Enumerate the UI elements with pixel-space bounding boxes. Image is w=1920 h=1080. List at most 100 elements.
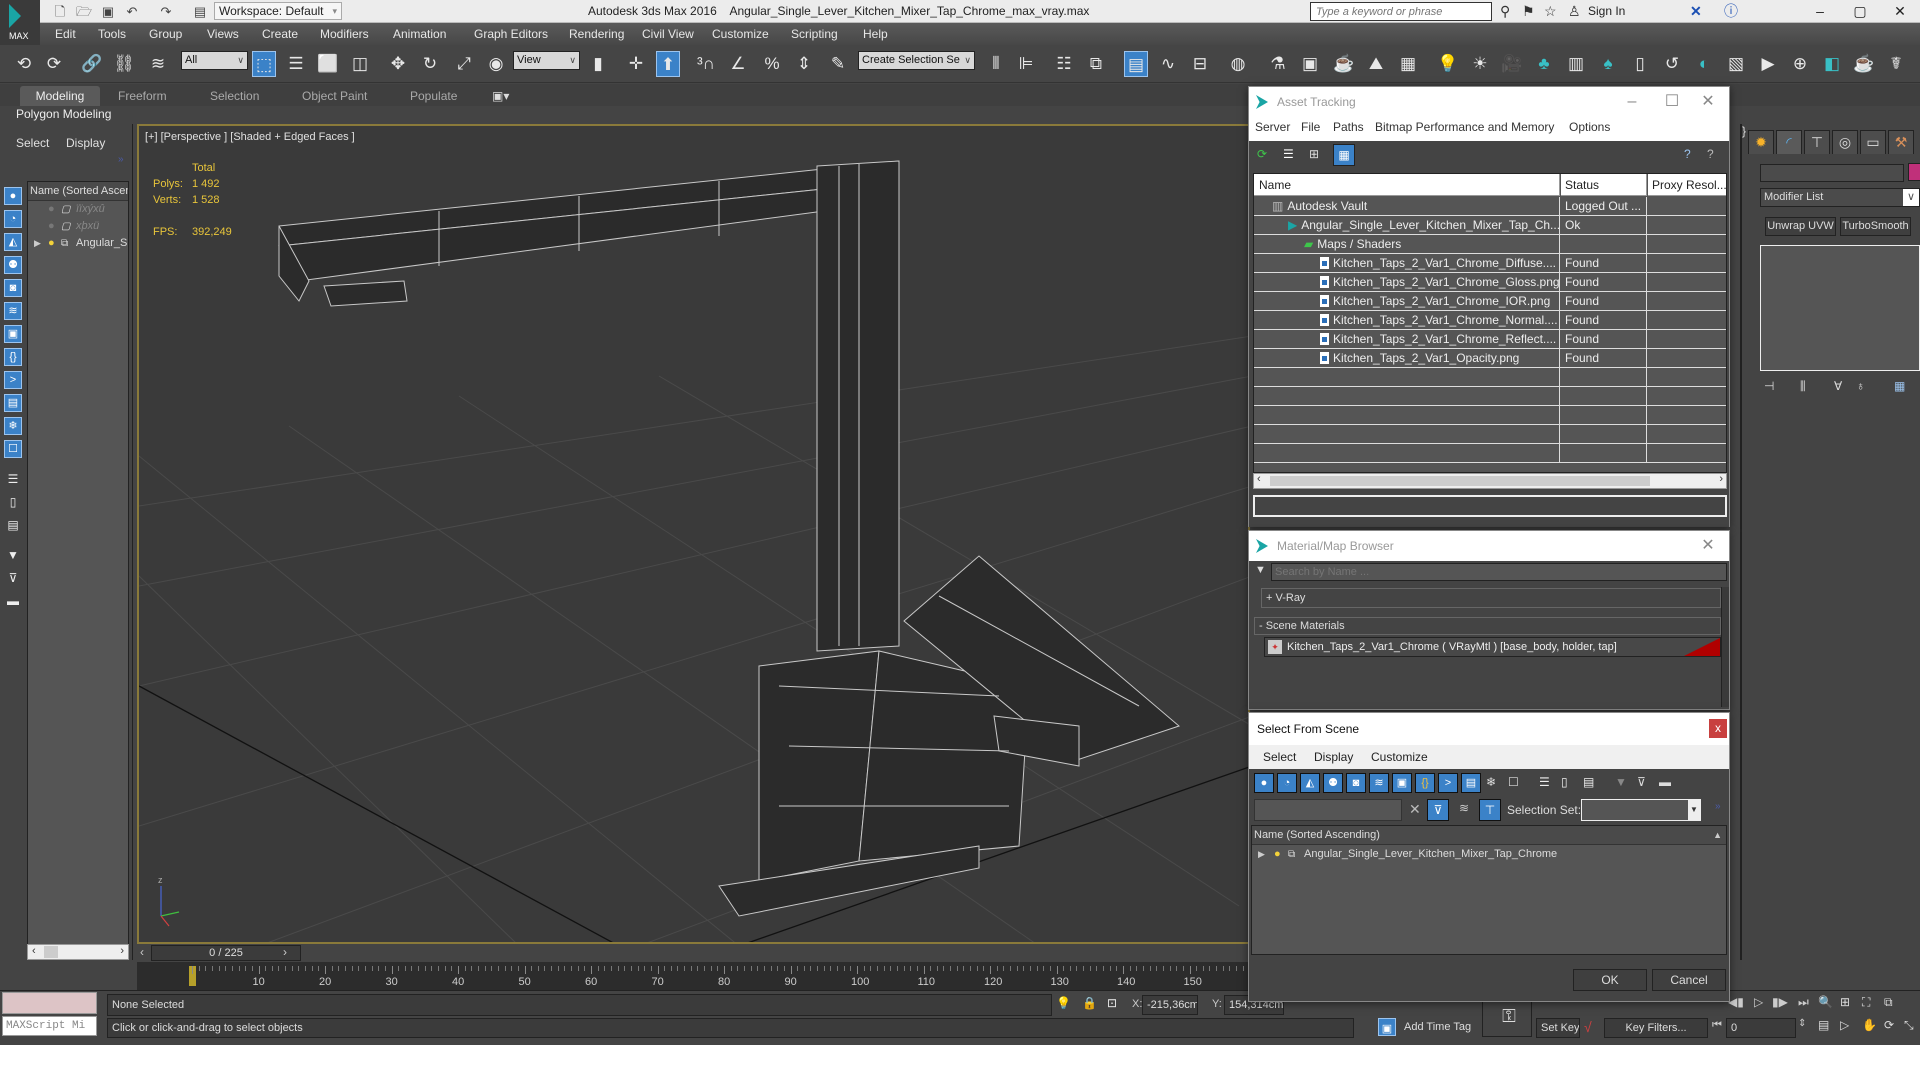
perspective-viewport[interactable]: z [+] [Perspective ] [Shaded + Edged Fac… [137, 124, 1250, 944]
display-bones-icon[interactable]: > [1438, 773, 1458, 793]
display-helpers-icon[interactable]: ◙ [4, 279, 22, 297]
asset-menu-server[interactable]: Server [1255, 120, 1290, 134]
asset-row[interactable]: Kitchen_Taps_2_Var1_Chrome_Normal.... Fou… [1254, 311, 1726, 330]
scene-explorer-row[interactable]: ● ▢ xþxü [28, 218, 128, 235]
scene-explorer-menu-display[interactable]: Display [66, 136, 105, 150]
workspace-select[interactable]: Workspace: Default ▾ [214, 2, 342, 20]
material-search-input[interactable] [1271, 563, 1727, 581]
select-and-rotate-icon[interactable]: ↻ [418, 51, 442, 77]
modify-tab-icon[interactable]: ◜ [1776, 130, 1802, 154]
clear-search-icon[interactable]: ✕ [1409, 801, 1421, 818]
rectangular-selection-icon[interactable]: ⬜ [316, 51, 340, 77]
communication-center-icon[interactable]: ⚑ [1522, 3, 1535, 20]
menu-scripting[interactable]: Scripting [791, 27, 838, 41]
display-cameras-icon[interactable]: ⚉ [1323, 773, 1343, 793]
sfs-menu-customize[interactable]: Customize [1371, 750, 1428, 764]
menu-graph-editors[interactable]: Graph Editors [474, 27, 548, 41]
isolate-selection-icon[interactable]: 💡 [1056, 996, 1071, 1010]
help-search-input[interactable] [1310, 2, 1492, 21]
layer-explorer-icon[interactable]: ⧉ [1084, 51, 1108, 77]
vray-proxy-tree-icon[interactable]: ♠ [1596, 51, 1620, 77]
asset-grid-hscrollbar[interactable]: ‹ › [1253, 473, 1727, 489]
vray-frame-buffer-icon[interactable]: ▦ [1396, 51, 1420, 77]
app-logo-button[interactable]: MAX [0, 0, 40, 45]
angle-snap-icon[interactable]: ∠ [726, 51, 750, 77]
pivot-point-center-icon[interactable]: ▮ [586, 51, 610, 77]
display-shapes-icon[interactable]: ◔ [4, 210, 22, 228]
expand-toolbar-icon[interactable]: » [1715, 801, 1721, 812]
schematic-view-icon[interactable]: ⊟ [1188, 51, 1212, 77]
configure-modifier-sets-icon[interactable]: ▦ [1894, 379, 1905, 393]
menu-animation[interactable]: Animation [393, 27, 446, 41]
display-invert-icon[interactable]: ▤ [4, 516, 22, 534]
selection-filter-select[interactable]: All ∨ [181, 51, 248, 70]
sfs-object-row[interactable]: ▶ ● ⧉ Angular_Single_Lever_Kitchen_Mixer… [1252, 845, 1726, 864]
sfs-menu-select[interactable]: Select [1263, 750, 1296, 764]
close-button[interactable]: ✕ [1693, 531, 1723, 561]
light-bulb-icon[interactable]: ● [48, 235, 55, 252]
tree-view-icon[interactable]: ⊞ [1309, 147, 1319, 161]
asset-row[interactable]: Kitchen_Taps_2_Var1_Chrome_Diffuse.... Fo… [1254, 254, 1726, 273]
current-frame-field[interactable]: 0 [1726, 1018, 1796, 1038]
maximize-button[interactable]: ☐ [1657, 87, 1687, 117]
material-item[interactable]: ✦ Kitchen_Taps_2_Var1_Chrome ( VRayMtl )… [1264, 637, 1721, 657]
display-cameras-icon[interactable]: ⚉ [4, 256, 22, 274]
edit-named-selection-icon[interactable]: ✎ [826, 51, 850, 77]
vray-export-icon[interactable]: ▯ [1628, 51, 1652, 77]
absolute-mode-icon[interactable]: ⊡ [1107, 996, 1117, 1010]
display-shapes-icon[interactable]: ◔ [1277, 773, 1297, 793]
vray-camera-add-icon[interactable]: ⊕ [1788, 51, 1812, 77]
turbosmooth-button[interactable]: TurboSmooth [1840, 217, 1911, 236]
filter-selected-icon[interactable]: ⊽ [1427, 799, 1449, 821]
bind-space-warp-icon[interactable]: ≋ [146, 51, 170, 77]
remove-modifier-icon[interactable]: ♁ [1856, 379, 1865, 393]
object-color-swatch[interactable] [1908, 163, 1920, 181]
light-bulb-icon[interactable]: ● [48, 201, 55, 218]
display-tab-icon[interactable]: ▭ [1860, 130, 1886, 154]
user-icon[interactable]: ♙ [1568, 3, 1581, 20]
filter-settings-icon[interactable]: ▬ [4, 592, 22, 610]
hierarchy-tab-icon[interactable]: ⊤ [1804, 130, 1830, 154]
link-icon[interactable]: 🔗 [80, 51, 104, 77]
browser-options-icon[interactable]: ▼ [1255, 564, 1266, 576]
keyboard-shortcut-override-icon[interactable]: ⬆ [656, 51, 680, 77]
group-scene-materials[interactable]: - Scene Materials [1254, 617, 1721, 635]
scene-explorer-hscrollbar[interactable]: ‹ › [27, 944, 129, 960]
set-key-button[interactable]: Set Key [1536, 1018, 1580, 1038]
modifier-list-select[interactable]: Modifier List ∨ [1760, 188, 1920, 207]
snaps-toggle-icon[interactable]: ³∩ [694, 51, 718, 77]
scroll-right-icon[interactable]: › [120, 945, 124, 957]
ribbon-options-icon[interactable]: ▣▾ [482, 86, 519, 106]
vault-help-icon[interactable]: ? [1684, 147, 1691, 161]
frame-spinner-icon[interactable]: ⇕ [1798, 1018, 1806, 1029]
display-lights-icon[interactable]: ◭ [4, 233, 22, 251]
display-groups-icon[interactable]: ▣ [4, 325, 22, 343]
save-file-icon[interactable]: ▣ [100, 3, 116, 20]
named-selection-set-select[interactable]: Create Selection Se ∨ [858, 51, 975, 70]
asset-row[interactable]: Kitchen_Taps_2_Var1_Chrome_Reflect.... Fo… [1254, 330, 1726, 349]
new-file-icon[interactable]: 🗋 [52, 3, 68, 20]
display-bones-icon[interactable]: > [4, 371, 22, 389]
selection-set-select[interactable]: ▼ [1581, 799, 1701, 821]
utilities-tab-icon[interactable]: ⚒ [1888, 130, 1914, 154]
asset-menu-options[interactable]: Options [1569, 120, 1610, 134]
asset-row[interactable]: ▥ Autodesk Vault Logged Out ... [1254, 197, 1726, 216]
display-space-warps-icon[interactable]: ≋ [1369, 773, 1389, 793]
scroll-thumb[interactable] [44, 946, 58, 958]
column-header-name[interactable]: Name [1254, 174, 1560, 196]
display-space-warps-icon[interactable]: ≋ [4, 302, 22, 320]
zoom-extents-icon[interactable]: ⛶ [1862, 995, 1870, 1010]
window-crossing-icon[interactable]: ◫ [348, 51, 372, 77]
asset-row[interactable]: ▰ Maps / Shaders [1254, 235, 1726, 254]
expand-toolbar-icon[interactable]: » [118, 154, 124, 165]
rendered-frame-window-icon[interactable]: ▣ [1298, 51, 1322, 77]
selection-lock-icon[interactable]: 🔒 [1082, 996, 1097, 1010]
vray-light-icon[interactable]: 💡 [1436, 51, 1460, 77]
make-unique-icon[interactable]: ∀ [1834, 379, 1842, 393]
time-slider[interactable]: 0 / 225 [151, 945, 301, 961]
mirror-icon[interactable]: ⫴ [984, 51, 1008, 77]
modifier-stack[interactable] [1760, 245, 1920, 371]
select-and-scale-icon[interactable]: ⤢ [452, 51, 476, 77]
group-vray[interactable]: + V-Ray [1261, 588, 1721, 608]
close-button[interactable]: ✕ [1693, 87, 1723, 117]
